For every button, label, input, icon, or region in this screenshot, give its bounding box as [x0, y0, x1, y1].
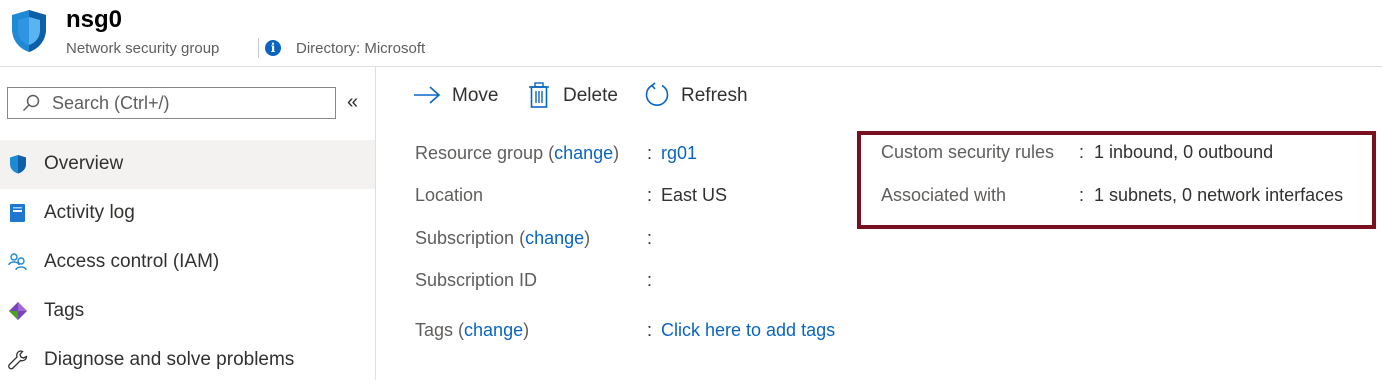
- colon: :: [647, 270, 653, 290]
- change-resource-group-link[interactable]: change: [554, 143, 613, 163]
- resource-type: Network security group: [66, 40, 220, 57]
- sidebar-divider: [375, 67, 376, 380]
- collapse-sidebar-button[interactable]: «: [347, 91, 358, 114]
- refresh-label: Refresh: [681, 85, 748, 106]
- change-subscription-link[interactable]: change: [525, 228, 584, 248]
- shield-icon: [12, 10, 46, 52]
- sidebar-item-label: Diagnose and solve problems: [44, 349, 295, 370]
- add-tags-link[interactable]: Click here to add tags: [661, 320, 835, 341]
- subscription-id-label: Subscription ID: [415, 270, 538, 290]
- colon: :: [647, 228, 653, 248]
- arrow-right-icon: [414, 86, 441, 104]
- location-label: Location: [415, 185, 484, 205]
- sidebar-item-overview[interactable]: Overview: [0, 140, 375, 189]
- activity-log-icon: [10, 204, 25, 222]
- divider: [258, 38, 259, 58]
- move-button[interactable]: Move: [413, 81, 505, 111]
- search-icon: [22, 94, 40, 112]
- refresh-icon: [645, 82, 669, 106]
- wrench-icon: [8, 350, 28, 370]
- sidebar-item-label: Access control (IAM): [44, 251, 220, 272]
- sidebar-item-label: Tags: [44, 300, 85, 321]
- sidebar-item-iam[interactable]: Access control (IAM): [0, 238, 375, 287]
- location-value: East US: [661, 185, 728, 205]
- resource-group-link[interactable]: rg01: [661, 143, 697, 164]
- subscription-label: Subscription (change): [415, 228, 591, 248]
- directory-label: Directory: Microsoft: [296, 40, 426, 57]
- page-header: nsg0 Network security group i Directory:…: [0, 0, 1382, 66]
- sidebar-item-label: Overview: [44, 153, 124, 174]
- page-title: nsg0: [66, 6, 123, 33]
- info-icon: i: [265, 40, 281, 56]
- delete-button[interactable]: Delete: [528, 81, 624, 111]
- sidebar-item-activity-log[interactable]: Activity log: [0, 189, 375, 238]
- resource-group-label: Resource group (change): [415, 143, 620, 163]
- highlight-box: [857, 131, 1376, 229]
- move-label: Move: [452, 85, 499, 106]
- sidebar: « Overview Activity log Access control (…: [0, 67, 375, 380]
- sidebar-item-diagnose[interactable]: Diagnose and solve problems: [0, 336, 375, 385]
- delete-label: Delete: [563, 85, 618, 106]
- tags-label: Tags (change): [415, 320, 530, 340]
- search-box[interactable]: [7, 87, 336, 119]
- search-input[interactable]: [52, 88, 332, 118]
- sidebar-item-tags[interactable]: Tags: [0, 287, 375, 336]
- change-tags-link[interactable]: change: [464, 320, 523, 340]
- colon: :: [647, 185, 653, 205]
- colon: :: [647, 320, 653, 340]
- colon: :: [647, 143, 653, 163]
- tag-icon: [9, 302, 27, 320]
- shield-icon: [10, 155, 26, 174]
- sidebar-item-label: Activity log: [44, 202, 135, 223]
- refresh-button[interactable]: Refresh: [644, 81, 750, 111]
- trash-icon: [529, 82, 549, 108]
- people-icon: [8, 253, 27, 271]
